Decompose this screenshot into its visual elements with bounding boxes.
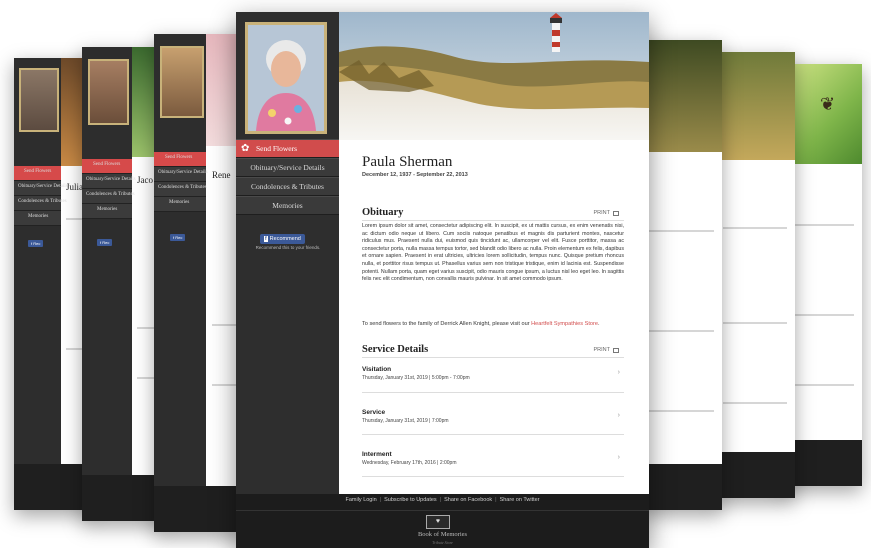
service-item-interment[interactable]: Interment Wednesday, February 17th, 2016… <box>362 451 624 466</box>
facebook-button[interactable]: f Rec <box>28 240 44 247</box>
print-label: PRINT <box>593 210 611 216</box>
service-title: Visitation <box>362 366 392 373</box>
book-of-memories-logo-icon: ♥ <box>426 515 450 529</box>
main-content: Paula Sherman December 12, 1937 - Septem… <box>339 140 649 494</box>
family-login-link[interactable]: Family Login <box>345 497 376 503</box>
printer-icon <box>613 347 619 353</box>
background-page-left-3: Send Flowers Obituary/Service Details Co… <box>154 34 244 532</box>
portrait-photo <box>19 68 59 132</box>
life-dates: December 12, 1937 - September 22, 2013 <box>362 172 468 178</box>
hero-image <box>339 12 649 140</box>
chevron-right-icon: › <box>617 369 620 376</box>
facebook-button-label: Recommend <box>269 236 301 242</box>
service-date: Thursday, January 31st, 2019 | 5:00pm - … <box>362 375 470 381</box>
service-details-heading: Service Details <box>362 344 429 355</box>
portrait-photo <box>245 22 327 134</box>
service-title: Service <box>362 409 386 416</box>
nav-label: Memories <box>272 201 303 210</box>
deceased-name: Paula Sherman <box>362 154 453 170</box>
send-flowers-label: Send Flowers <box>256 144 298 153</box>
lighthouse-dunes-illustration <box>339 12 649 140</box>
footer-links: Family Login | Subscribe to Updates | Share … <box>345 497 540 503</box>
page-footer: Family Login | Subscribe to Updates | Share … <box>236 494 649 548</box>
nav-obituary-service-details[interactable]: Obituary/Service Details <box>236 158 339 177</box>
services-print-button[interactable]: PRINT <box>593 347 619 353</box>
printer-icon <box>613 210 619 216</box>
chevron-right-icon: › <box>617 412 620 419</box>
service-date: Thursday, January 31st, 2019 | 7:00pm <box>362 418 449 424</box>
service-item-visitation[interactable]: Visitation Thursday, January 31st, 2019 … <box>362 366 624 381</box>
portrait-illustration <box>248 25 324 131</box>
subscribe-link[interactable]: Subscribe to Updates <box>384 497 437 503</box>
facebook-recommend-button[interactable]: f Recommend <box>260 234 305 244</box>
background-page-right-2 <box>715 52 795 498</box>
portrait-photo <box>88 59 129 125</box>
nav-label: Obituary/Service Details <box>250 163 325 172</box>
send-note-text: To send flowers to the family of Derrick… <box>362 321 530 327</box>
background-page-right-1 <box>640 40 722 510</box>
share-facebook-link[interactable]: Share on Facebook <box>444 497 492 503</box>
portrait-photo <box>160 46 204 118</box>
memorial-page: ✿ Send Flowers Obituary/Service Details … <box>236 12 649 548</box>
background-page-left-2: Send Flowers Obituary/Service Details Co… <box>82 47 164 521</box>
obituary-text: Lorem ipsum dolor sit amet, consectetur … <box>362 223 624 283</box>
sidebar: ✿ Send Flowers Obituary/Service Details … <box>236 12 339 494</box>
nav-condolences-tributes[interactable]: Condolences & Tributes <box>236 177 339 196</box>
brand-name: Book of Memories <box>417 531 468 538</box>
share-twitter-link[interactable]: Share on Twitter <box>500 497 540 503</box>
sympathy-store-link[interactable]: Heartfelt Sympathies Store <box>531 321 598 327</box>
service-title: Interment <box>362 451 392 458</box>
facebook-button[interactable]: f Rec <box>97 239 113 246</box>
print-label: PRINT <box>593 347 611 353</box>
facebook-icon: f <box>264 236 268 242</box>
butterfly-icon: ❦ <box>820 94 836 114</box>
obituary-print-button[interactable]: PRINT <box>593 210 619 216</box>
recommend-caption: Recommend this to your friends. <box>255 245 321 250</box>
send-flowers-note: To send flowers to the family of Derrick… <box>362 321 600 327</box>
send-note-suffix: . <box>597 321 600 327</box>
nav-label: Condolences & Tributes <box>251 182 324 191</box>
service-item-service[interactable]: Service Thursday, January 31st, 2019 | 7… <box>362 409 624 424</box>
flower-icon: ✿ <box>241 143 250 154</box>
send-flowers-button[interactable]: ✿ Send Flowers <box>236 139 339 158</box>
service-date: Wednesday, February 17th, 2016 | 2:00pm <box>362 460 457 466</box>
chevron-right-icon: › <box>617 454 620 461</box>
brand-subtitle: Tribute Store <box>432 540 453 545</box>
nav-memories[interactable]: Memories <box>236 196 339 215</box>
obituary-heading: Obituary <box>362 207 404 218</box>
facebook-button[interactable]: f Rec <box>170 234 186 241</box>
